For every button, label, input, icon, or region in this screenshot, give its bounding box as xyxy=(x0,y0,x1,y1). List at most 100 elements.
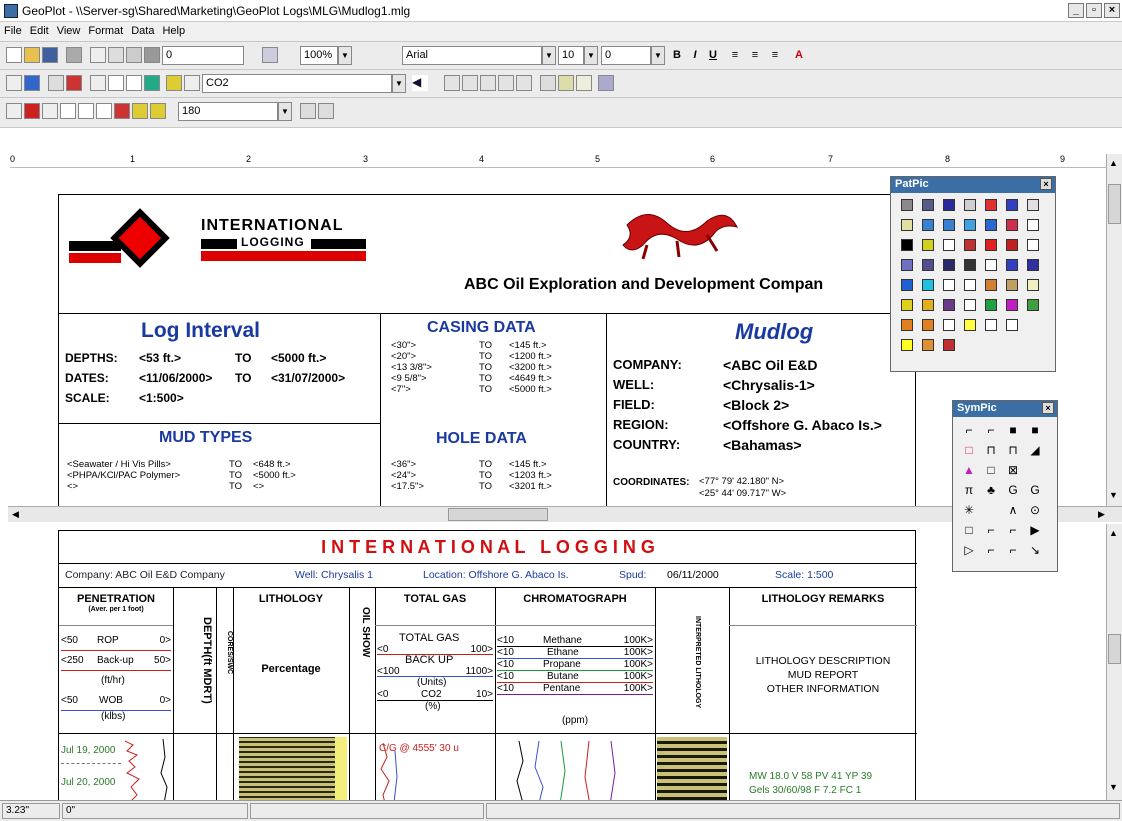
align-right-icon[interactable]: ≡ xyxy=(766,47,784,64)
sympic-palette[interactable]: SymPic × ⌐ ⌐ ■ ■ □ ⊓ ⊓ ◢ ▲ □ ⊠ π ♣ G G ✳ ∧ ⊙ □ ⌐ ⌐ ▶ ▷ ⌐ ⌐ ↘ xyxy=(952,400,1058,572)
rotation-field[interactable]: 0 xyxy=(162,46,244,65)
pattern-swatch[interactable] xyxy=(901,259,913,271)
new-icon[interactable] xyxy=(6,47,22,63)
disabled-tool-5[interactable] xyxy=(516,75,532,91)
scroll-up-icon[interactable]: ▲ xyxy=(1109,528,1118,538)
pattern-swatch[interactable] xyxy=(1027,239,1039,251)
pattern-swatch[interactable] xyxy=(901,219,913,231)
pattern-swatch[interactable] xyxy=(901,299,913,311)
copy-icon[interactable] xyxy=(108,47,124,63)
preview-icon[interactable] xyxy=(540,75,556,91)
table-icon[interactable] xyxy=(300,103,316,119)
menu-file[interactable]: File xyxy=(0,22,26,37)
arrow-left-icon[interactable]: ◀ xyxy=(412,75,428,91)
menu-view[interactable]: View xyxy=(53,22,85,37)
cut-icon[interactable] xyxy=(90,47,106,63)
symbol-item[interactable]: ⌐ xyxy=(983,543,999,557)
sympic-title-bar[interactable]: SymPic × xyxy=(953,401,1057,417)
symbol-item[interactable]: □ xyxy=(961,443,977,457)
symbol-item[interactable]: π xyxy=(961,483,977,497)
pattern-swatch[interactable] xyxy=(985,199,997,211)
vertical-scrollbar-bottom[interactable]: ▲ ▼ xyxy=(1106,524,1122,800)
pattern-swatch[interactable] xyxy=(964,259,976,271)
pattern-swatch[interactable] xyxy=(922,319,934,331)
group-icon[interactable] xyxy=(6,103,22,119)
scroll-left-icon[interactable]: ◀ xyxy=(12,509,19,520)
scroll-thumb[interactable] xyxy=(1108,184,1121,224)
scroll-up-icon[interactable]: ▲ xyxy=(1109,158,1118,168)
symbol-item[interactable]: ⌐ xyxy=(983,423,999,437)
scroll-down-icon[interactable]: ▼ xyxy=(1109,490,1118,500)
pattern-swatch[interactable] xyxy=(943,339,955,351)
symbol-item[interactable]: ⌐ xyxy=(983,523,999,537)
paste-icon[interactable] xyxy=(126,47,142,63)
symbol-item[interactable]: G xyxy=(1027,483,1043,497)
pattern-swatch[interactable] xyxy=(901,279,913,291)
print-icon[interactable] xyxy=(66,47,82,63)
font-color-icon[interactable]: A xyxy=(790,47,808,64)
align-center-icon[interactable]: ≡ xyxy=(746,47,764,64)
lithology-icon[interactable] xyxy=(166,75,182,91)
pattern-swatch[interactable] xyxy=(943,219,955,231)
bold-button[interactable]: B xyxy=(668,47,686,64)
find-icon[interactable] xyxy=(144,47,160,63)
symbol-item[interactable]: ↘ xyxy=(1027,543,1043,557)
pattern-swatch[interactable] xyxy=(922,339,934,351)
angle-field[interactable]: 180 xyxy=(178,102,278,121)
pattern-swatch[interactable] xyxy=(922,299,934,311)
rotate-icon[interactable] xyxy=(24,75,40,91)
pattern-swatch[interactable] xyxy=(985,239,997,251)
pattern-swatch[interactable] xyxy=(922,199,934,211)
pattern-swatch[interactable] xyxy=(1006,279,1018,291)
symbol-item[interactable]: ⌐ xyxy=(1005,543,1021,557)
menu-help[interactable]: Help xyxy=(158,22,189,37)
pattern-swatch[interactable] xyxy=(901,239,913,251)
symbol-item[interactable]: ⊓ xyxy=(983,443,999,457)
columns-icon[interactable] xyxy=(318,103,334,119)
pattern-swatch[interactable] xyxy=(943,239,955,251)
text-box-icon[interactable] xyxy=(48,75,64,91)
minimize-button[interactable]: _ xyxy=(1068,3,1084,18)
symbol-item[interactable]: ▷ xyxy=(961,543,977,557)
zoom-dropdown[interactable]: ▼ xyxy=(338,46,352,65)
font-dropdown[interactable]: ▼ xyxy=(542,46,556,65)
pointer-icon[interactable] xyxy=(6,75,22,91)
angle-dropdown[interactable]: ▼ xyxy=(278,102,292,121)
menu-edit[interactable]: Edit xyxy=(26,22,53,37)
open-icon[interactable] xyxy=(24,47,40,63)
pattern-swatch[interactable] xyxy=(922,219,934,231)
italic-button[interactable]: I xyxy=(686,47,704,64)
symbol-item[interactable]: ▲ xyxy=(961,463,977,477)
symbol-item[interactable]: ◢ xyxy=(1027,443,1043,457)
arrow-style-icon[interactable] xyxy=(96,103,112,119)
scroll-thumb[interactable] xyxy=(1108,634,1121,664)
pattern-swatch[interactable] xyxy=(964,319,976,331)
symbol-item[interactable]: ⊓ xyxy=(1005,443,1021,457)
pattern-swatch[interactable] xyxy=(1006,259,1018,271)
symbol-item[interactable]: ⌐ xyxy=(1005,523,1021,537)
pattern-icon[interactable] xyxy=(144,75,160,91)
close-button[interactable]: × xyxy=(1104,3,1120,18)
pattern-swatch[interactable] xyxy=(1027,199,1039,211)
symbol-item[interactable]: ▶ xyxy=(1027,523,1043,537)
pattern-swatch[interactable] xyxy=(1027,219,1039,231)
restore-button[interactable]: ▫ xyxy=(1086,3,1102,18)
pattern-swatch[interactable] xyxy=(964,199,976,211)
patpic-title-bar[interactable]: PatPic × xyxy=(891,177,1055,193)
pattern-swatch[interactable] xyxy=(922,259,934,271)
fill-color-icon[interactable] xyxy=(114,103,130,119)
pattern-swatch[interactable] xyxy=(901,319,913,331)
pattern-swatch[interactable] xyxy=(943,319,955,331)
pattern-swatch[interactable] xyxy=(1006,239,1018,251)
symbol-item[interactable]: ⊙ xyxy=(1027,503,1043,517)
line-icon[interactable] xyxy=(90,75,106,91)
patpic-close-button[interactable]: × xyxy=(1040,178,1052,190)
scroll-right-icon[interactable]: ▶ xyxy=(1098,509,1105,520)
image-icon[interactable] xyxy=(66,75,82,91)
symbol-item[interactable]: ✳ xyxy=(961,503,977,517)
tools-icon[interactable] xyxy=(558,75,574,91)
zoom-field[interactable]: 100% xyxy=(300,46,338,65)
pattern-swatch[interactable] xyxy=(1006,299,1018,311)
pattern-swatch[interactable] xyxy=(943,259,955,271)
pattern-swatch[interactable] xyxy=(943,199,955,211)
